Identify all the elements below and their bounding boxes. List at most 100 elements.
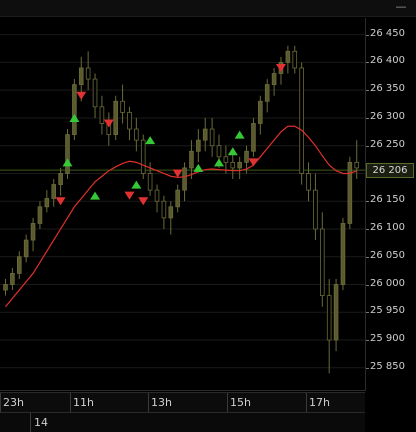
- buy-signal-arrow: [131, 180, 142, 189]
- candle-body: [134, 128, 139, 141]
- candle-body: [113, 100, 118, 135]
- candlestick-chart[interactable]: [0, 18, 365, 390]
- candle-body: [127, 111, 132, 130]
- candle-body: [147, 173, 153, 191]
- y-tick-mark: [366, 145, 369, 147]
- sell-signal-arrow: [124, 191, 135, 200]
- buy-signal-arrow: [227, 147, 238, 156]
- minimize-button[interactable]: —: [394, 1, 408, 12]
- candle-body: [306, 173, 311, 191]
- y-tick-label: 26 450: [370, 27, 405, 39]
- candle-body: [189, 150, 194, 169]
- candle-body: [292, 50, 298, 69]
- candle-body: [285, 50, 291, 63]
- x-tick-separator: [0, 393, 1, 412]
- candle-body: [313, 189, 318, 230]
- x-tick-separator: [148, 393, 149, 412]
- x-tick-label: 17h: [309, 396, 330, 409]
- x-tick-label: 23h: [3, 396, 24, 409]
- last-price-tag: 26 206: [366, 163, 414, 179]
- moving-average-line: [5, 125, 357, 308]
- candle-body: [340, 223, 346, 285]
- y-tick-mark: [366, 256, 369, 258]
- buy-signal-arrow: [62, 158, 73, 167]
- candle-body: [3, 284, 8, 291]
- candle-body: [230, 161, 236, 169]
- y-tick-label: 26 150: [370, 194, 405, 206]
- axis-corner: [366, 392, 416, 431]
- buy-signal-arrow: [234, 130, 245, 139]
- candle-body: [264, 84, 270, 102]
- price-chart-panel[interactable]: [0, 18, 366, 391]
- candle-body: [92, 78, 98, 108]
- candle-body: [168, 206, 174, 219]
- x-tick-separator: [227, 393, 228, 412]
- price-axis[interactable]: 26 45026 40026 35026 30026 25026 20026 1…: [366, 18, 416, 390]
- candle-body: [354, 161, 360, 169]
- buy-signal-arrow: [90, 191, 101, 200]
- candle-body: [51, 184, 57, 199]
- date-separator: [30, 413, 31, 432]
- y-tick-mark: [366, 201, 369, 203]
- candle-body: [251, 123, 256, 152]
- x-tick-label: 13h: [151, 396, 172, 409]
- time-axis[interactable]: 23h 11h 13h 15h 17h: [0, 392, 365, 412]
- candle-body: [202, 128, 208, 141]
- candle-body: [58, 173, 63, 185]
- candle-body: [271, 73, 277, 86]
- candle-body: [326, 295, 332, 341]
- buy-signal-arrow: [193, 163, 204, 172]
- y-tick-label: 26 400: [370, 55, 405, 67]
- y-tick-label: 26 300: [370, 110, 405, 122]
- x-tick-label: 11h: [73, 396, 94, 409]
- y-tick-mark: [366, 340, 369, 342]
- sell-signal-arrow: [103, 119, 114, 128]
- candle-body: [209, 128, 215, 147]
- candle-body: [196, 139, 201, 152]
- date-axis: 14: [0, 412, 365, 432]
- candle-body: [182, 167, 187, 191]
- y-tick-mark: [366, 228, 369, 230]
- candle-body: [244, 150, 249, 163]
- window-titlebar: —: [0, 0, 416, 17]
- candle-body: [299, 67, 304, 174]
- buy-signal-arrow: [145, 136, 156, 145]
- candle-body: [78, 67, 84, 86]
- candle-body: [140, 139, 146, 174]
- y-tick-label: 26 000: [370, 277, 405, 289]
- candle-body: [216, 145, 222, 158]
- y-tick-mark: [366, 90, 369, 92]
- x-tick-separator: [306, 393, 307, 412]
- x-tick-separator: [70, 393, 71, 412]
- candle-body: [237, 161, 242, 169]
- candle-body: [120, 100, 125, 113]
- candle-body: [16, 256, 22, 274]
- y-tick-label: 26 050: [370, 249, 405, 261]
- sell-signal-arrow: [248, 158, 259, 167]
- candle-body: [37, 206, 43, 224]
- candle-body: [30, 223, 36, 241]
- candle-body: [10, 273, 15, 285]
- candle-body: [99, 106, 105, 124]
- sell-signal-arrow: [76, 91, 87, 100]
- y-tick-mark: [366, 62, 369, 64]
- date-label: 14: [34, 416, 48, 429]
- candle-body: [72, 84, 77, 135]
- x-tick-label: 15h: [230, 396, 251, 409]
- sell-signal-arrow: [275, 63, 286, 72]
- candle-body: [65, 134, 70, 174]
- y-tick-label: 25 950: [370, 305, 405, 317]
- y-tick-label: 25 850: [370, 360, 405, 372]
- y-tick-mark: [366, 367, 369, 369]
- y-tick-label: 25 900: [370, 333, 405, 345]
- candle-body: [258, 100, 263, 124]
- y-tick-mark: [366, 117, 369, 119]
- candle-body: [85, 67, 91, 80]
- candle-body: [23, 239, 29, 258]
- y-tick-mark: [366, 34, 369, 36]
- candle-body: [154, 189, 160, 202]
- candle-body: [333, 284, 339, 341]
- candle-body: [347, 161, 353, 224]
- candle-body: [320, 228, 325, 297]
- y-tick-label: 26 100: [370, 221, 405, 233]
